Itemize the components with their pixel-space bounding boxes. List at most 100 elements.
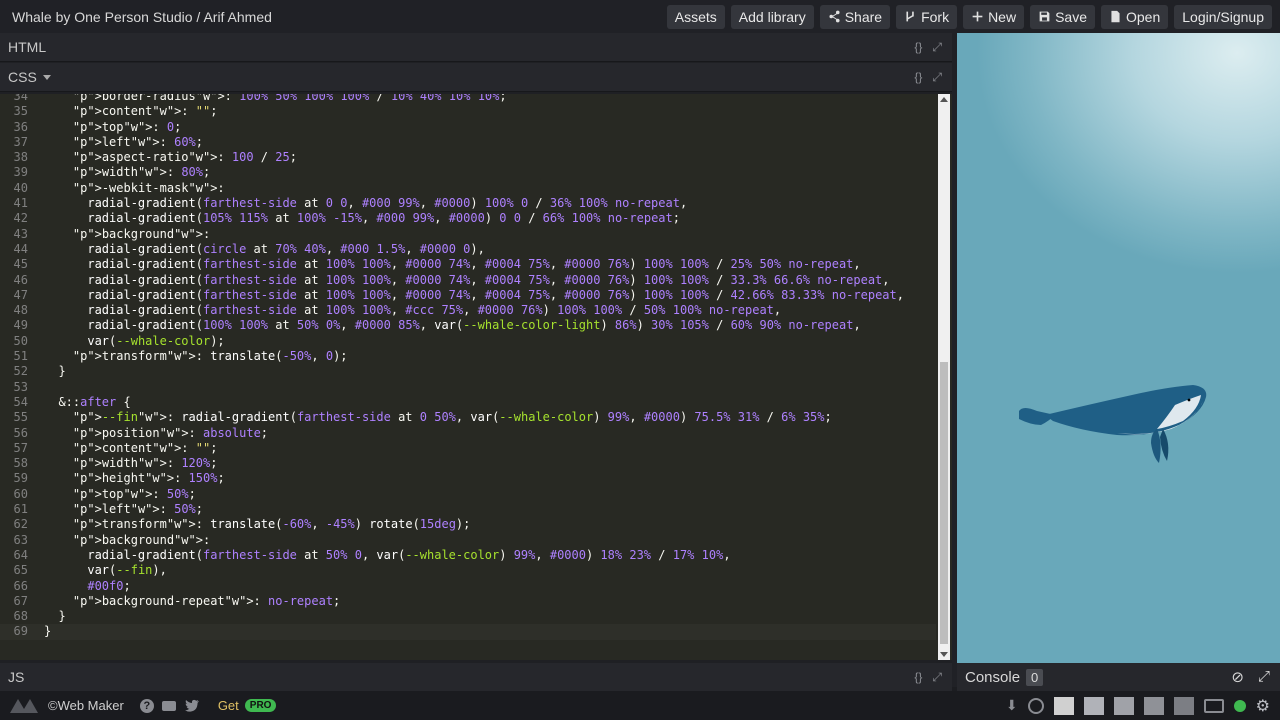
expand-icon[interactable]: ⤢ [932,40,942,55]
code-text: "p">top"w">: 50%; [72,486,196,501]
format-code-icon[interactable]: {} [914,70,922,85]
layout-2-icon[interactable] [1083,696,1104,715]
footer-right: ⬇ ⚙ [1006,696,1280,716]
new-button[interactable]: New [963,4,1025,29]
code-text: "p">aspect-ratio"w">: 100 / 25; [72,150,297,165]
code-line: 68 } [0,609,936,624]
keyboard-icon[interactable] [161,700,176,711]
top-bar: Whale by One Person Studio / Arif Ahmed … [0,0,1280,33]
brand[interactable]: ©Web Maker [0,697,124,715]
code-text: "p">left"w">: 60%; [72,134,204,149]
code-text: "p">position"w">: absolute; [72,425,269,440]
code-text: radial-gradient(100% 100% at 50% 0%, #00… [87,318,861,333]
chevron-down-icon[interactable] [42,74,51,80]
console-bar[interactable]: Console 0 ⊘ ⤢ [957,663,1280,691]
add-library-button[interactable]: Add library [730,4,814,29]
plus-icon [972,11,983,22]
code-line: 48 radial-gradient(farthest-side at 100%… [0,303,936,318]
line-number: 69 [13,624,28,639]
code-text: "p">height"w">: 150%; [72,471,225,486]
code-text: "p">background"w">: [72,532,211,547]
line-number: 66 [13,578,28,593]
help-icon[interactable]: ? [139,698,154,713]
line-number: 51 [13,349,28,364]
code-line: 62 "p">transform"w">: translate(-60%, -4… [0,517,936,532]
layout-4-icon[interactable] [1143,696,1164,715]
share-icon [829,10,840,23]
code-line: 59 "p">height"w">: 150%; [0,471,936,486]
scrollbar-thumb[interactable] [940,362,948,644]
line-number: 48 [13,303,28,318]
js-pane-header[interactable]: JS {} ⤢ [0,663,952,691]
download-icon[interactable]: ⬇ [1006,697,1018,714]
twitter-icon[interactable] [184,699,200,713]
code-text: } [44,364,66,379]
new-label: New [988,8,1017,25]
expand-icon[interactable]: ⤢ [932,670,942,685]
code-text: radial-gradient(circle at 70% 40%, #000 … [87,241,485,256]
share-button[interactable]: Share [819,4,891,29]
notifications-icon[interactable] [1233,699,1246,712]
code-line: 37 "p">left"w">: 60%; [0,135,936,150]
get-label: Get [217,698,239,713]
login-label: Login/Signup [1182,8,1264,25]
code-text: radial-gradient(farthest-side at 50% 0, … [87,547,731,562]
scroll-up-icon[interactable] [940,97,948,102]
code-text: "p">transform"w">: translate(-50%, 0); [72,349,348,364]
code-line: 54 &::after { [0,395,936,410]
assets-label: Assets [674,8,717,25]
preview-pane [957,33,1280,663]
code-line: 39 "p">width"w">: 80%; [0,165,936,180]
format-code-icon[interactable]: {} [914,40,922,55]
expand-icon[interactable]: ⤢ [1258,668,1270,686]
layout-1-icon[interactable] [1053,696,1074,715]
code-text: "p">width"w">: 120%; [72,456,218,471]
settings-gear-icon[interactable]: ⚙ [1256,696,1270,716]
code-line: 52 } [0,364,936,379]
share-label: Share [844,8,883,25]
line-number: 47 [13,287,28,302]
code-line: 42 radial-gradient(105% 115% at 100% -15… [0,211,936,226]
html-pane-title: HTML [8,39,47,55]
line-number: 41 [13,196,28,211]
get-pro-link[interactable]: Get PRO [218,698,277,713]
save-button[interactable]: Save [1030,4,1095,29]
code-text: radial-gradient(105% 115% at 100% -15%, … [87,211,680,226]
code-line: 41 radial-gradient(farthest-side at 0 0,… [0,196,936,211]
html-pane-header[interactable]: HTML {} ⤢ [0,33,952,62]
js-pane-title: JS [8,669,25,685]
css-pane-header[interactable]: CSS {} ⤢ [0,63,952,92]
expand-icon[interactable]: ⤢ [932,70,942,85]
monitor-icon[interactable] [1203,698,1224,713]
line-number: 65 [13,563,28,578]
layout-3-icon[interactable] [1113,696,1134,715]
fork-button[interactable]: Fork [896,4,958,29]
line-number: 63 [13,532,28,547]
code-line: 43 "p">background"w">: [0,227,936,242]
line-number: 54 [13,394,28,409]
open-button[interactable]: Open [1101,4,1169,29]
line-number: 40 [13,180,28,195]
login-button[interactable]: Login/Signup [1174,4,1272,29]
code-text: "p">content"w">: ""; [72,104,218,119]
code-text: var(--whale-color); [87,333,225,348]
scroll-down-icon[interactable] [940,652,948,657]
add-library-label: Add library [738,8,806,25]
line-number: 64 [13,547,28,562]
code-text: "p">border-radius"w">: 100% 50% 100% 100… [72,94,507,103]
code-line: 47 radial-gradient(farthest-side at 100%… [0,288,936,303]
format-code-icon[interactable]: {} [914,670,922,685]
code-line: 61 "p">left"w">: 50%; [0,502,936,517]
assets-button[interactable]: Assets [666,4,725,29]
clear-console-icon[interactable]: ⊘ [1231,668,1244,686]
layout-5-icon[interactable] [1173,696,1194,715]
css-code-editor[interactable]: 34 "p">border-radius"w">: 100% 50% 100% … [0,94,952,660]
code-text: "p">content"w">: ""; [72,440,218,455]
code-text: radial-gradient(farthest-side at 100% 10… [87,287,904,302]
footer-icons: ? [139,698,200,713]
editor-scrollbar[interactable] [938,94,950,660]
settings-wheel-icon[interactable] [1027,697,1044,714]
editor-column: HTML {} ⤢ CSS {} ⤢ 34 "p">border-radius"… [0,33,952,687]
line-number: 60 [13,486,28,501]
code-text: "p">width"w">: 80%; [72,165,211,180]
